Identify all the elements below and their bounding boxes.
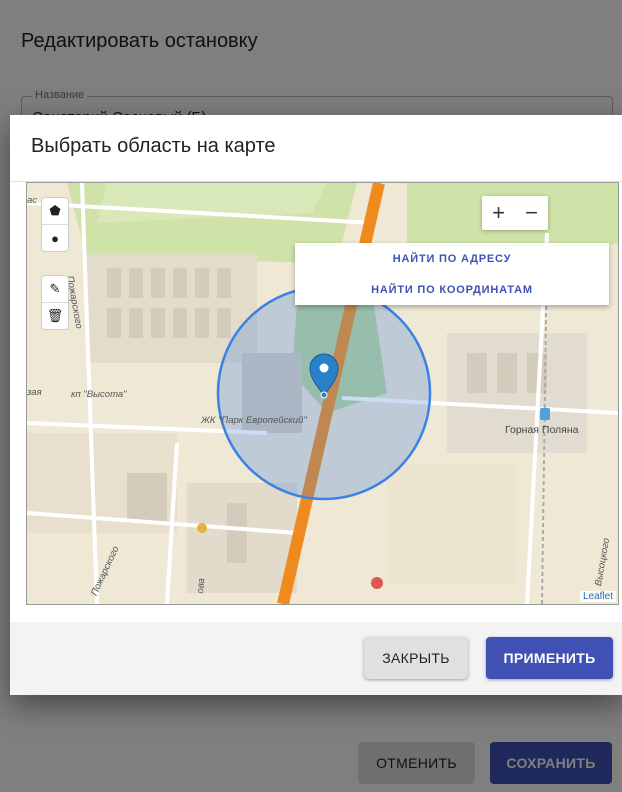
edit-icon[interactable]: ✎ xyxy=(42,276,68,302)
close-button[interactable]: ЗАКРЫТЬ xyxy=(364,637,468,679)
leaflet-attribution[interactable]: Leaflet xyxy=(579,591,616,602)
marker-point xyxy=(320,391,328,399)
find-by-coordinates-button[interactable]: НАЙТИ ПО КООРДИНАТАМ xyxy=(295,274,609,305)
find-by-address-button[interactable]: НАЙТИ ПО АДРЕСУ xyxy=(295,243,609,274)
poi-yellow xyxy=(197,523,207,533)
zoom-control: + − xyxy=(482,196,548,230)
label-kp-vysota: кп "Высота" xyxy=(71,389,127,400)
trash-icon[interactable]: 🗑 xyxy=(42,302,68,329)
poi-red xyxy=(371,577,383,589)
label-ova: ова xyxy=(195,577,208,594)
find-panel: НАЙТИ ПО АДРЕСУ НАЙТИ ПО КООРДИНАТАМ xyxy=(295,243,609,305)
zoom-in-button[interactable]: + xyxy=(482,196,515,230)
zoom-out-button[interactable]: − xyxy=(515,196,548,230)
block-4 xyxy=(387,463,517,583)
label-zhk-park: ЖК "Парк Европейский" xyxy=(201,415,307,426)
label-left-cut: зая xyxy=(27,387,42,398)
dialog-title: Выбрать область на карте xyxy=(31,135,276,157)
select-area-dialog: Выбрать область на карте Пожарского кп "… xyxy=(10,115,622,695)
label-gornaya-polyana: Горная Поляна xyxy=(505,424,579,436)
apply-button[interactable]: ПРИМЕНИТЬ xyxy=(486,637,613,679)
polygon-tool-icon[interactable]: ⬟ xyxy=(42,198,68,224)
label-top-left-cut: ас xyxy=(27,195,38,206)
station-icon xyxy=(540,408,550,420)
draw-toolbar: ⬟ ● xyxy=(41,197,69,252)
map[interactable]: Пожарского кп "Высота" ЖК "Парк Европейс… xyxy=(26,182,619,605)
edit-toolbar: ✎ 🗑 xyxy=(41,275,69,330)
circle-tool-icon[interactable]: ● xyxy=(42,224,68,251)
